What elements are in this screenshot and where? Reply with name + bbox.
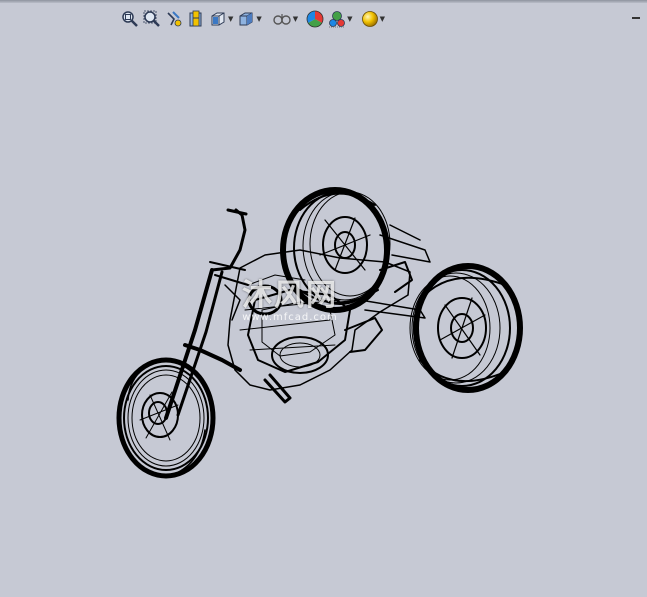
rear-wheel-lower [409, 263, 523, 393]
window-top-border [0, 0, 647, 3]
apply-scene-dropdown-arrow[interactable]: ▼ [347, 15, 352, 23]
zoom-to-fit-icon [122, 11, 138, 27]
view-orientation-dropdown-arrow[interactable]: ▼ [228, 15, 233, 23]
view-orientation-icon [211, 12, 225, 26]
hide-show-items-button[interactable]: ▼ [271, 8, 299, 30]
apply-scene-button[interactable]: ▼ [327, 8, 353, 30]
graphics-area[interactable] [0, 30, 647, 597]
view-settings-button[interactable]: ▼ [360, 8, 386, 30]
section-view-button[interactable] [186, 8, 206, 30]
view-orientation-button[interactable]: ▼ [208, 8, 234, 30]
zoom-to-area-button[interactable] [142, 8, 162, 30]
view-settings-dropdown-arrow[interactable]: ▼ [380, 15, 385, 23]
edit-appearance-button[interactable] [305, 8, 325, 30]
hide-show-items-dropdown-arrow[interactable]: ▼ [293, 15, 298, 23]
edit-appearance-icon [306, 10, 324, 28]
zoom-to-area-icon [143, 10, 160, 27]
zoom-to-fit-button[interactable] [120, 8, 140, 30]
heads-up-view-toolbar: ▼ ▼ ▼ ▼ ▼ [120, 8, 386, 30]
minimize-button[interactable] [631, 10, 641, 20]
display-style-icon [239, 12, 253, 26]
previous-view-button[interactable] [164, 8, 184, 30]
hide-show-items-icon [273, 14, 291, 25]
display-style-button[interactable]: ▼ [236, 8, 262, 30]
section-view-icon [189, 10, 202, 27]
view-settings-icon [361, 11, 378, 27]
display-style-dropdown-arrow[interactable]: ▼ [256, 15, 261, 23]
apply-scene-icon [329, 11, 346, 28]
previous-view-icon [167, 11, 182, 27]
